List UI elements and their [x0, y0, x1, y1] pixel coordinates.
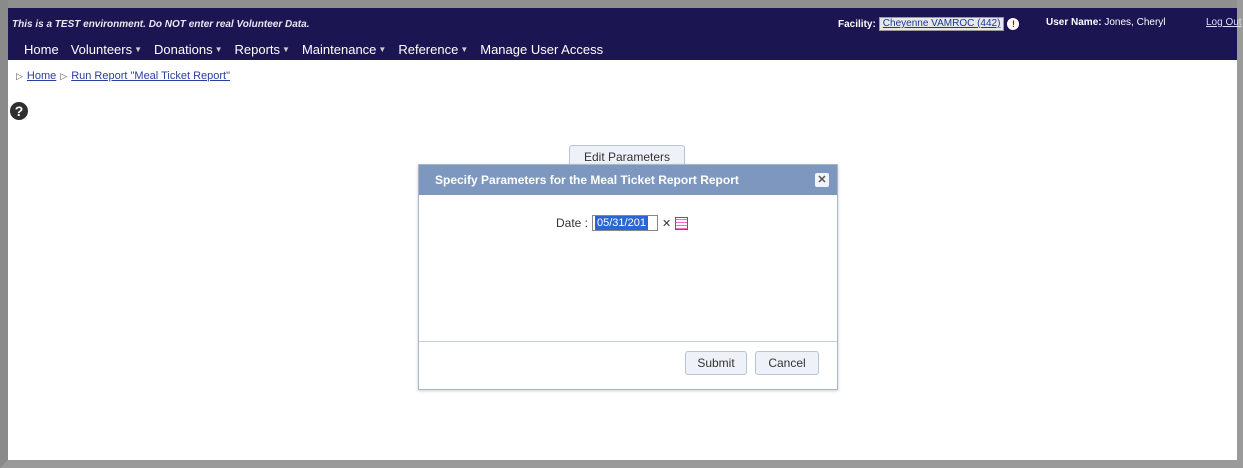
- facility-info-icon[interactable]: !: [1007, 18, 1020, 30]
- user-label: User Name:: [1046, 17, 1102, 28]
- breadcrumb-arrow-icon: ▷: [16, 70, 23, 81]
- date-parameter-row: Date : 05/31/201 ✕: [556, 215, 689, 231]
- app-header: This is a TEST environment. Do NOT enter…: [8, 8, 1242, 60]
- parameters-dialog: Specify Parameters for the Meal Ticket R…: [418, 164, 838, 390]
- date-label: Date :: [556, 216, 589, 230]
- date-input[interactable]: 05/31/201: [592, 215, 659, 231]
- chevron-down-icon: ▼: [214, 44, 223, 54]
- user-info: User Name: Jones, Cheryl: [1046, 17, 1166, 28]
- nav-home[interactable]: Home: [24, 40, 59, 58]
- chevron-down-icon: ▼: [378, 44, 387, 54]
- user-name: Jones, Cheryl: [1104, 17, 1166, 28]
- breadcrumb-current[interactable]: Run Report "Meal Ticket Report": [71, 70, 230, 82]
- nav-volunteers[interactable]: Volunteers ▼: [71, 40, 142, 58]
- chevron-down-icon: ▼: [282, 44, 290, 54]
- help-icon[interactable]: ?: [10, 102, 28, 120]
- environment-banner: This is a TEST environment. Do NOT enter…: [12, 19, 310, 30]
- chevron-down-icon: ▼: [134, 44, 143, 54]
- close-icon[interactable]: ✕: [815, 173, 829, 187]
- logout-link[interactable]: Log Out: [1206, 17, 1242, 28]
- main-nav: Home Volunteers ▼ Donations ▼ Reports ▼ Mai…: [24, 40, 603, 58]
- facility-label: Facility:: [838, 18, 876, 30]
- nav-maintenance[interactable]: Maintenance ▼: [302, 40, 386, 58]
- clear-date-icon[interactable]: ✕: [662, 217, 671, 230]
- dialog-title: Specify Parameters for the Meal Ticket R…: [419, 165, 837, 195]
- facility-selector: Facility: Cheyenne VAMROC (442) !: [838, 17, 1020, 31]
- nav-reports[interactable]: Reports ▼: [235, 40, 290, 58]
- nav-reference[interactable]: Reference ▼: [398, 40, 468, 58]
- nav-donations[interactable]: Donations ▼: [154, 40, 222, 58]
- submit-button[interactable]: Submit: [685, 351, 747, 375]
- calendar-icon[interactable]: [675, 216, 689, 230]
- breadcrumb-home[interactable]: Home: [27, 70, 56, 82]
- breadcrumb-arrow-icon: ▷: [60, 70, 68, 81]
- cancel-button[interactable]: Cancel: [755, 351, 819, 375]
- chevron-down-icon: ▼: [460, 44, 469, 54]
- breadcrumb: ▷ Home ▷ Run Report "Meal Ticket Report": [16, 70, 230, 82]
- facility-dropdown[interactable]: Cheyenne VAMROC (442): [878, 17, 1005, 31]
- nav-manage-user-access[interactable]: Manage User Access: [480, 40, 603, 58]
- date-input-value: 05/31/201: [595, 216, 648, 230]
- dialog-divider: [419, 341, 837, 342]
